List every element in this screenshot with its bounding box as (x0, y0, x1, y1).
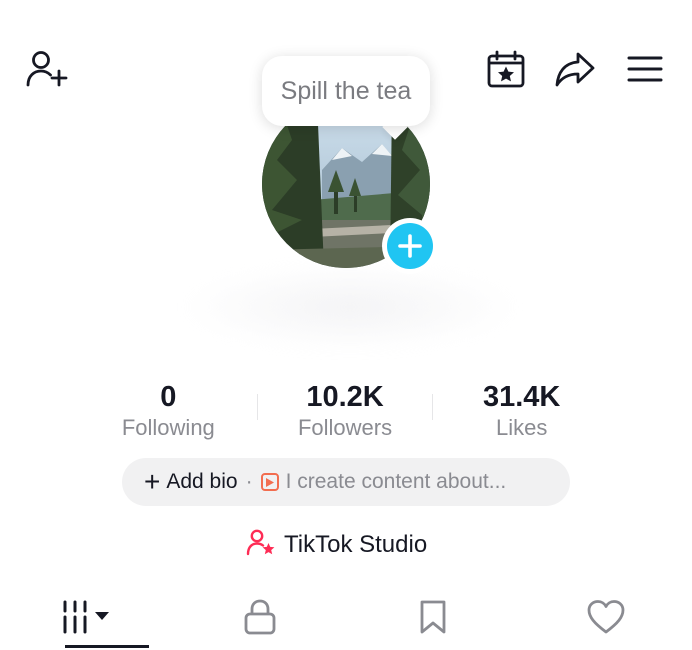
bio-pill: + Add bio · I create content about... (122, 458, 570, 506)
stat-following-label: Following (121, 415, 215, 440)
blurred-username-area (180, 262, 520, 352)
stat-following[interactable]: 0 Following (80, 380, 257, 442)
stat-likes[interactable]: 31.4K Likes (433, 380, 610, 442)
profile-tabs (0, 588, 692, 650)
heart-icon (586, 599, 626, 640)
plus-icon (387, 223, 433, 269)
lock-icon (243, 599, 277, 640)
tiktok-studio-label: TikTok Studio (284, 531, 428, 558)
tiktok-studio-link[interactable]: TikTok Studio (246, 528, 427, 562)
tab-videos[interactable] (0, 588, 173, 650)
stat-likes-label: Likes (496, 415, 548, 440)
add-avatar-button[interactable] (382, 218, 438, 274)
tooltip-text: Spill the tea (280, 76, 412, 105)
person-star-icon (246, 528, 276, 563)
tooltip-bubble[interactable]: Spill the tea (262, 56, 430, 126)
add-friend-icon[interactable] (22, 48, 70, 90)
stat-divider (256, 394, 258, 420)
tab-private[interactable] (173, 588, 346, 650)
profile-stats: 0 Following 10.2K Followers 31.4K Likes (80, 380, 610, 442)
tab-saved[interactable] (346, 588, 519, 650)
add-bio-button[interactable]: + Add bio (144, 468, 238, 496)
stat-followers-value: 10.2K (306, 381, 384, 413)
stat-likes-value: 31.4K (482, 381, 561, 413)
stat-followers[interactable]: 10.2K Followers (256, 380, 434, 442)
bio-suggestion[interactable]: I create content about... (286, 470, 507, 494)
bookmark-icon (418, 599, 448, 640)
active-tab-indicator (65, 645, 149, 648)
tab-liked[interactable] (519, 588, 692, 650)
calendar-star-icon[interactable] (484, 48, 528, 90)
stat-followers-label: Followers (297, 415, 393, 440)
grid-dropdown-icon (59, 600, 115, 639)
add-bio-label: Add bio (166, 470, 238, 493)
menu-icon[interactable] (624, 50, 666, 88)
plus-icon: + (144, 466, 161, 497)
share-icon[interactable] (552, 48, 598, 90)
bio-separator: · (245, 470, 253, 493)
stat-following-value: 0 (160, 381, 177, 413)
play-square-icon (260, 473, 279, 491)
profile-page: Spill the tea 0 Following 10.2K Follower… (0, 0, 692, 650)
